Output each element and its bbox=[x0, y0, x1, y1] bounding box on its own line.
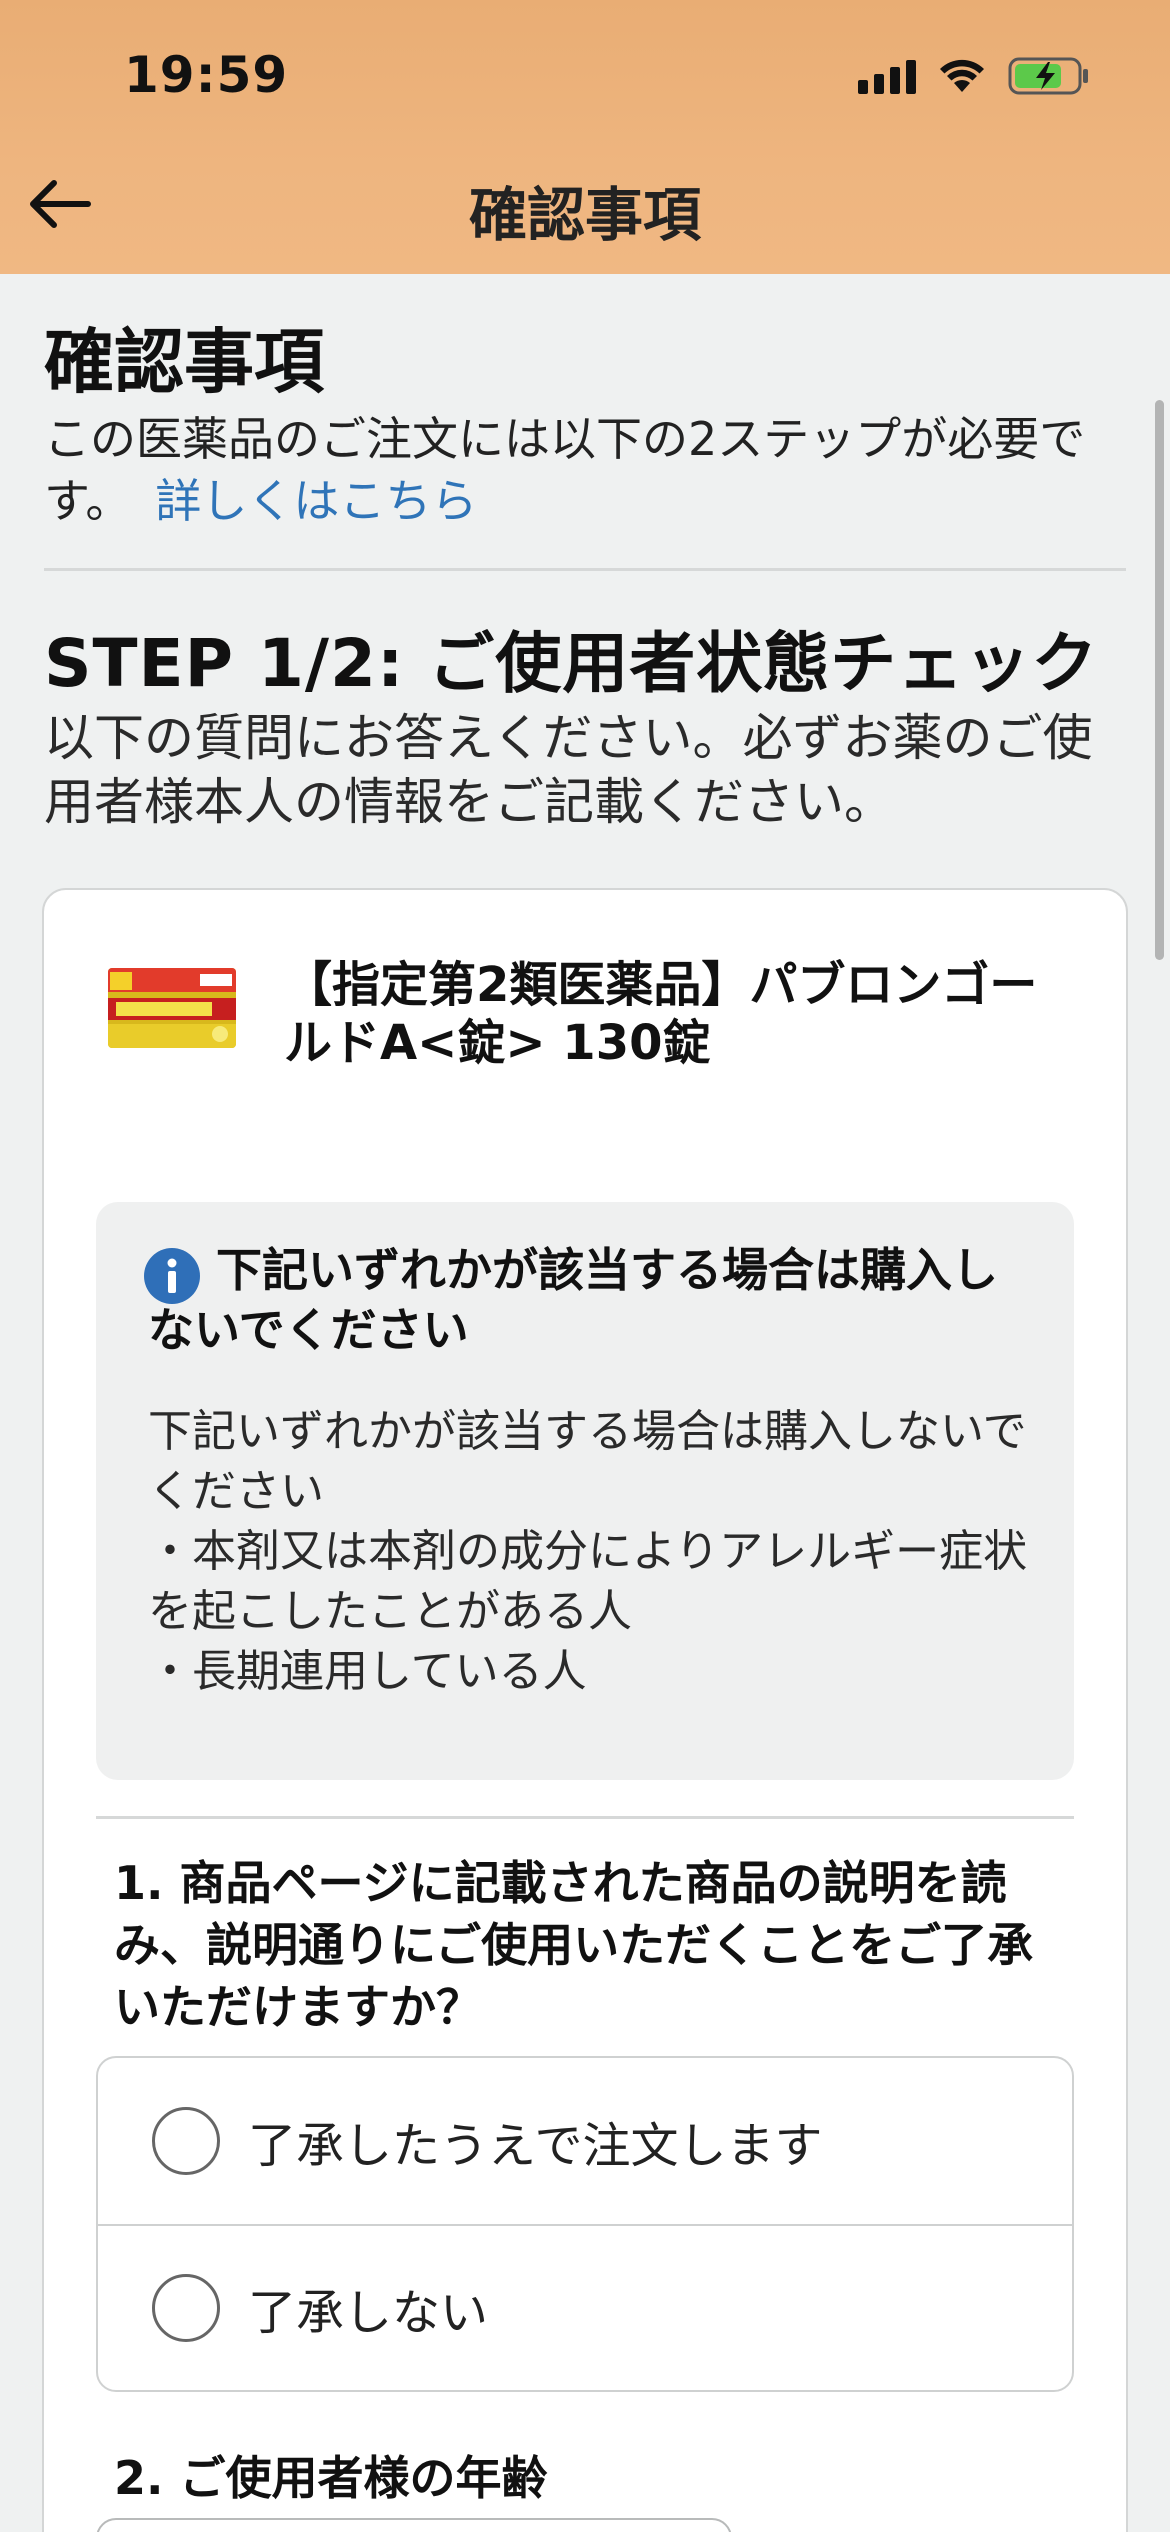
page-title: 確認事項 bbox=[44, 321, 324, 403]
warning-box: 下記いずれかが該当する場合は購入しないでください 下記いずれかが該当する場合は購… bbox=[96, 1202, 1074, 1780]
nav-title: 確認事項 bbox=[468, 181, 701, 249]
option-accept[interactable]: 了承したうえで注文します bbox=[98, 2058, 1072, 2224]
option-label: 了承したうえで注文します bbox=[248, 2118, 823, 2174]
radio-button[interactable] bbox=[152, 2274, 220, 2342]
radio-button[interactable] bbox=[152, 2107, 220, 2175]
question-2-text: 2. ご使用者様の年齢 bbox=[114, 2451, 548, 2505]
warning-body: 下記いずれかが該当する場合は購入しないでください ・本剤又は本剤の成分によりアレ… bbox=[148, 1406, 1028, 1697]
step-title: STEP 1/2: ご使用者状態チェック bbox=[44, 625, 1099, 702]
wifi-icon bbox=[938, 58, 986, 94]
scrollbar[interactable] bbox=[1155, 400, 1164, 960]
details-link[interactable]: 詳しくはこちら bbox=[155, 474, 477, 528]
section-divider bbox=[44, 568, 1126, 571]
option-label: 了承しない bbox=[248, 2285, 489, 2341]
card-divider bbox=[96, 1816, 1074, 1819]
question-1-text: 1. 商品ページに記載された商品の説明を読み、説明通りにご使用いただくことをご了… bbox=[114, 1856, 1034, 2034]
product-name: 【指定第2類医薬品】パブロンゴールドA<錠> 130錠 bbox=[284, 957, 1038, 1071]
cellular-signal-icon bbox=[858, 58, 916, 94]
intro-text: この医薬品のご注文には以下の2ステップが必要です。 詳しくはこちら bbox=[44, 408, 1124, 532]
status-time: 19:59 bbox=[124, 46, 289, 104]
warning-title: 下記いずれかが該当する場合は購入しないでください bbox=[148, 1243, 998, 1357]
age-select[interactable] bbox=[96, 2518, 732, 2532]
question-card: 【指定第2類医薬品】パブロンゴールドA<錠> 130錠 下記いずれかが該当する場… bbox=[42, 888, 1128, 2532]
question-1-options: 了承したうえで注文します 了承しない bbox=[96, 2056, 1074, 2392]
product-image bbox=[108, 968, 236, 1048]
option-decline[interactable]: 了承しない bbox=[98, 2224, 1072, 2390]
step-description: 以下の質問にお答えください。必ずお薬のご使用者様本人の情報をご記載ください。 bbox=[44, 709, 1093, 831]
status-icons bbox=[858, 54, 1090, 98]
battery-charging-icon bbox=[1008, 56, 1090, 96]
app-header: 19:59 確認事項 bbox=[0, 0, 1170, 274]
